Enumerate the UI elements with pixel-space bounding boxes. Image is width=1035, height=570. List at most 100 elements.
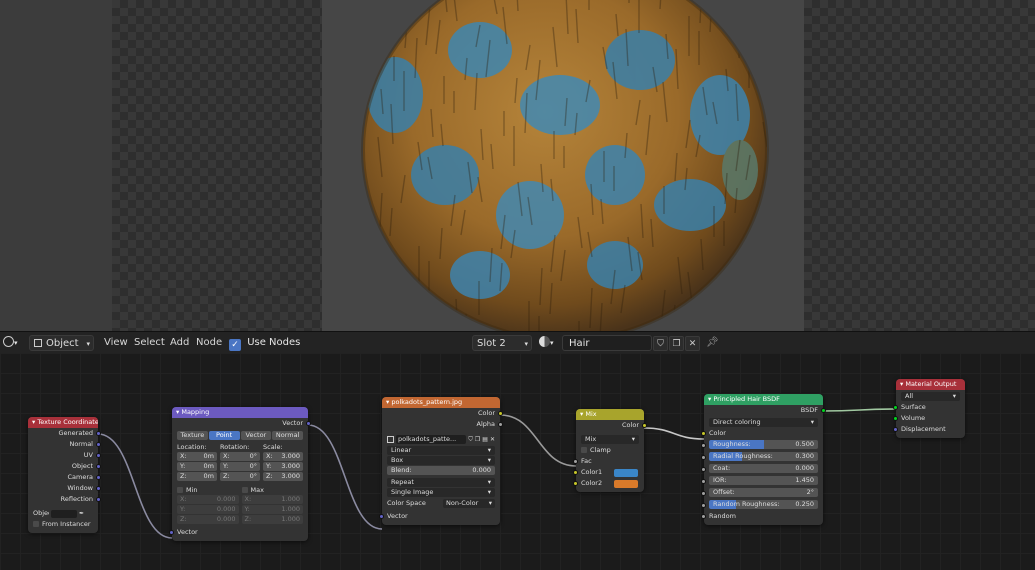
unlink-image-icon[interactable]: ✕ — [490, 434, 495, 445]
menu-node[interactable]: Node — [196, 335, 222, 351]
blend-mode-dropdown[interactable]: Mix ▾ — [581, 435, 639, 444]
blend-field[interactable]: Blend: 0.000 — [387, 466, 495, 475]
source-dropdown[interactable]: Single Image ▾ — [387, 488, 495, 497]
image-browse-icon[interactable] — [387, 436, 394, 443]
hair-param-field[interactable]: Roughness: 0.500 — [709, 440, 818, 449]
parametrization-dropdown[interactable]: Direct coloring ▾ — [709, 418, 818, 427]
render-target-dropdown[interactable]: All ▾ — [901, 392, 960, 401]
material-slot-dropdown[interactable]: Slot 2 ▾ — [472, 335, 532, 351]
scale-z-field[interactable]: Z: 3.000 — [263, 472, 303, 481]
object-field[interactable] — [51, 509, 77, 518]
socket[interactable] — [96, 431, 101, 436]
type-texture[interactable]: Texture — [177, 431, 208, 440]
menu-add[interactable]: Add — [170, 335, 189, 351]
location-y-field[interactable]: Y: 0m — [177, 462, 217, 471]
socket[interactable] — [701, 467, 706, 472]
socket[interactable] — [96, 497, 101, 502]
unlink-material-icon[interactable]: ✕ — [685, 336, 700, 351]
axis-label: Z: — [244, 515, 252, 523]
eyedropper-icon[interactable]: ✒ — [79, 508, 84, 519]
rotation-x-field[interactable]: X: 0° — [220, 452, 260, 461]
min-x-field[interactable]: X: 0.000 — [177, 495, 239, 504]
socket[interactable] — [701, 443, 706, 448]
socket[interactable] — [821, 408, 826, 413]
socket[interactable] — [701, 514, 706, 519]
image-texture-node[interactable]: ▾ polkadots_pattern.jpg Color Alpha polk… — [379, 397, 503, 525]
menu-view[interactable]: View — [104, 335, 128, 351]
socket[interactable] — [701, 455, 706, 460]
fake-user-shield-icon[interactable]: ⛉ — [653, 336, 668, 351]
hair-param-field[interactable]: IOR: 1.450 — [709, 476, 818, 485]
socket[interactable] — [306, 421, 311, 426]
duplicate-image-icon[interactable]: ❐ — [475, 434, 480, 445]
hair-param-field[interactable]: Radial Roughness: 0.300 — [709, 452, 818, 461]
interpolation-dropdown[interactable]: Linear ▾ — [387, 446, 495, 455]
socket[interactable] — [701, 431, 706, 436]
object-type-dropdown[interactable]: Object ▾ — [29, 335, 94, 351]
min-checkbox[interactable]: Min — [177, 485, 239, 495]
use-nodes-toggle[interactable]: ✓ Use Nodes — [229, 335, 300, 351]
image-name-field[interactable]: polkadots_patte... — [396, 435, 467, 444]
socket[interactable] — [701, 491, 706, 496]
socket[interactable] — [573, 459, 578, 464]
color-space-dropdown[interactable]: Non-Color ▾ — [443, 499, 495, 508]
socket[interactable] — [96, 442, 101, 447]
socket[interactable] — [893, 416, 898, 421]
location-z-field[interactable]: Z: 0m — [177, 472, 217, 481]
color1-swatch[interactable] — [614, 469, 638, 477]
material-name-field[interactable]: Hair — [562, 335, 652, 351]
socket[interactable] — [893, 405, 898, 410]
socket[interactable] — [96, 464, 101, 469]
hair-param-field[interactable]: Random Roughness: 0.250 — [709, 500, 818, 509]
fake-user-shield-icon[interactable]: ⛉ — [468, 434, 473, 445]
max-y-field[interactable]: Y: 1.000 — [241, 505, 303, 514]
clamp-checkbox[interactable]: Clamp — [576, 445, 644, 456]
socket[interactable] — [96, 486, 101, 491]
socket[interactable] — [573, 481, 578, 486]
max-z-field[interactable]: Z: 1.000 — [241, 515, 303, 524]
type-vector[interactable]: Vector — [240, 431, 272, 440]
field-value: 0m — [203, 452, 214, 460]
socket[interactable] — [498, 411, 503, 416]
socket[interactable] — [379, 514, 384, 519]
projection-dropdown[interactable]: Box ▾ — [387, 456, 495, 465]
color2-swatch[interactable] — [614, 480, 638, 488]
min-y-field[interactable]: Y: 0.000 — [177, 505, 239, 514]
material-output-node[interactable]: ▾ Material Output All ▾ Surface Volume Di… — [893, 379, 965, 438]
max-x-field[interactable]: X: 1.000 — [241, 495, 303, 504]
socket[interactable] — [96, 475, 101, 480]
material-preview-viewport[interactable] — [0, 0, 1035, 331]
pin-icon[interactable]: 📌︎ — [706, 335, 719, 351]
hair-param-field[interactable]: Offset: 2° — [709, 488, 818, 497]
editor-type-selector[interactable]: ▾ — [3, 335, 18, 351]
min-z-field[interactable]: Z: 0.000 — [177, 515, 239, 524]
rotation-z-field[interactable]: Z: 0° — [220, 472, 260, 481]
scale-y-field[interactable]: Y: 3.000 — [263, 462, 303, 471]
type-point[interactable]: Point — [208, 431, 240, 440]
node-editor-canvas[interactable]: ▾ Texture Coordinate Generated Normal UV… — [0, 353, 1035, 570]
texture-coordinate-node[interactable]: ▾ Texture Coordinate Generated Normal UV… — [28, 417, 101, 533]
socket[interactable] — [893, 427, 898, 432]
socket[interactable] — [96, 453, 101, 458]
extension-dropdown[interactable]: Repeat ▾ — [387, 478, 495, 487]
socket[interactable] — [498, 422, 503, 427]
rotation-y-field[interactable]: Y: 0° — [220, 462, 260, 471]
hair-param-field[interactable]: Coat: 0.000 — [709, 464, 818, 473]
socket[interactable] — [642, 423, 647, 428]
socket[interactable] — [701, 503, 706, 508]
socket[interactable] — [701, 479, 706, 484]
socket[interactable] — [573, 470, 578, 475]
menu-select[interactable]: Select — [134, 335, 165, 351]
open-file-icon[interactable]: ▤ — [482, 434, 488, 445]
socket[interactable] — [169, 530, 174, 535]
from-instancer-checkbox[interactable]: From Instancer — [28, 519, 98, 530]
max-checkbox[interactable]: Max — [241, 485, 304, 495]
mapping-node[interactable]: ▾ Mapping Vector Texture Point Vector No… — [169, 407, 311, 541]
principled-hair-bsdf-node[interactable]: ▾ Principled Hair BSDF BSDF Direct color… — [701, 394, 826, 525]
mix-rgb-node[interactable]: ▾ Mix Color Mix ▾ Clamp Fac Color1 Color2 — [573, 409, 647, 492]
duplicate-material-icon[interactable]: ❐ — [669, 336, 684, 351]
location-x-field[interactable]: X: 0m — [177, 452, 217, 461]
browse-material-button[interactable]: ▾ — [539, 335, 554, 351]
scale-x-field[interactable]: X: 3.000 — [263, 452, 303, 461]
type-normal[interactable]: Normal — [272, 431, 303, 440]
